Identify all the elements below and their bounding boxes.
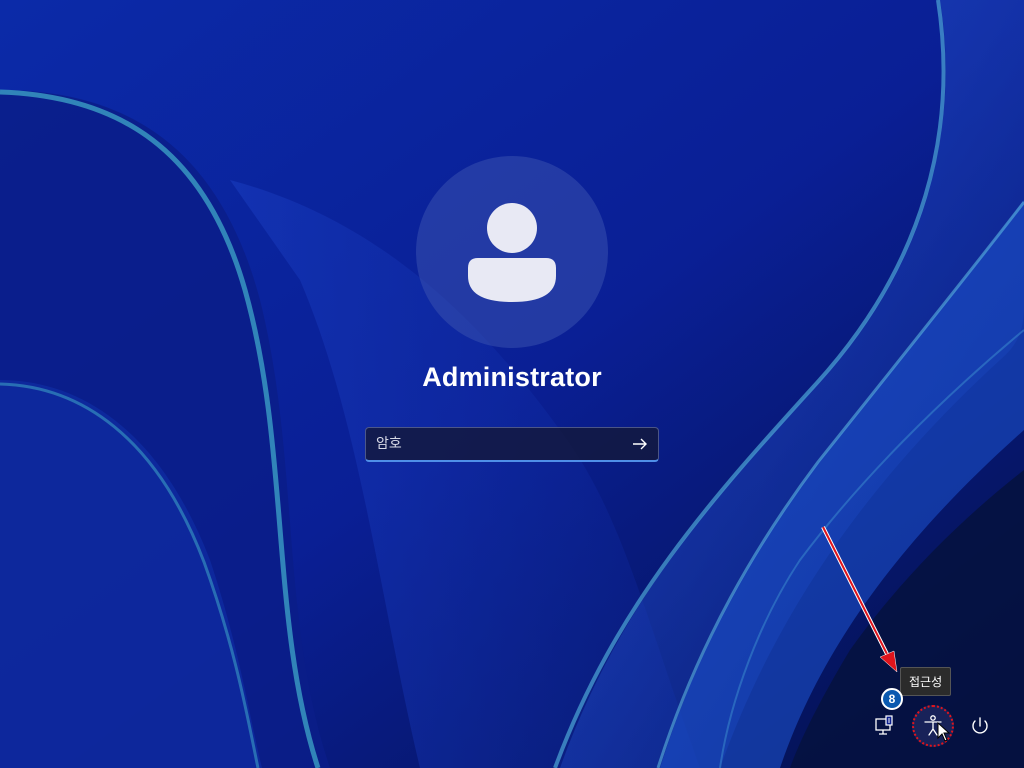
accessibility-tooltip: 접근성: [900, 667, 952, 696]
user-avatar-icon: [468, 203, 556, 302]
user-name: Administrator: [422, 362, 602, 392]
power-icon: [972, 717, 988, 734]
power-button[interactable]: [960, 706, 1000, 746]
user-avatar: [416, 156, 608, 348]
network-icon: [875, 715, 893, 735]
password-field[interactable]: [365, 427, 659, 462]
lock-screen: Administrator 접근성 8: [0, 0, 1024, 768]
mouse-cursor-icon: [937, 722, 951, 742]
password-input[interactable]: [372, 428, 620, 460]
arrow-right-icon[interactable]: [630, 435, 650, 453]
network-button[interactable]: [864, 706, 904, 746]
